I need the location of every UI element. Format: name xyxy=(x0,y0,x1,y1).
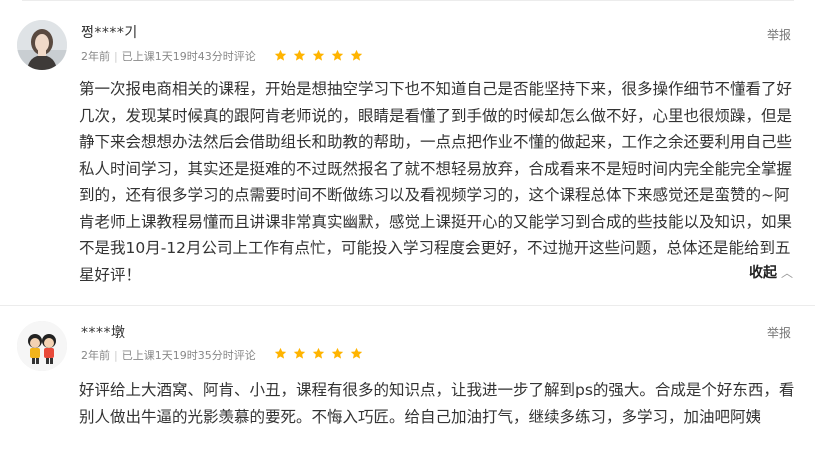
collapse-label: 收起 xyxy=(748,265,777,281)
username: 쩡****기 xyxy=(81,25,138,41)
star-icon xyxy=(350,49,363,62)
study-progress: 已上课1天19时35分时评论 xyxy=(121,349,256,362)
review-item: ****墩 2年前 | 已上课1天19时35分时评论 举报 好评给上大酒窝、阿肯、小… xyxy=(0,306,815,472)
star-icon xyxy=(274,347,287,360)
study-progress: 已上课1天19时43分时评论 xyxy=(121,50,256,63)
star-icon xyxy=(350,347,363,360)
star-icon xyxy=(274,49,287,62)
review-meta: 2年前 | 已上课1天19时43分时评论 xyxy=(81,48,256,64)
star-rating xyxy=(274,49,363,62)
report-button[interactable]: 举报 xyxy=(767,26,791,43)
star-icon xyxy=(293,49,306,62)
star-rating xyxy=(274,347,363,360)
review-item: 쩡****기 2年前 | 已上课1天19时43分时评论 举报 第一次报电商相关的课程… xyxy=(0,0,815,306)
review-content: 好评给上大酒窝、阿肯、小丑，课程有很多的知识点，让我进一步了解到ps的强大。合成… xyxy=(79,381,795,426)
time-ago: 2年前 xyxy=(81,349,110,362)
star-icon xyxy=(331,347,344,360)
review-meta: 2年前 | 已上课1天19时35分时评论 xyxy=(81,347,256,363)
review-content: 第一次报电商相关的课程，开始是想抽空学习下也不知道自己是否能坚持下来，很多操作细… xyxy=(79,80,793,284)
time-ago: 2年前 xyxy=(81,50,110,63)
chevron-up-icon: ︿ xyxy=(780,265,793,280)
star-icon xyxy=(331,49,344,62)
woman-portrait-avatar-icon xyxy=(17,20,67,70)
meta-separator: | xyxy=(114,349,118,362)
meta-separator: | xyxy=(114,50,118,63)
cartoon-avatar-icon xyxy=(17,321,67,371)
user-avatar[interactable] xyxy=(17,20,67,70)
username: ****墩 xyxy=(81,325,126,341)
user-avatar[interactable] xyxy=(17,321,67,371)
star-icon xyxy=(312,347,325,360)
star-icon xyxy=(312,49,325,62)
report-button[interactable]: 举报 xyxy=(767,324,791,341)
collapse-button[interactable]: 收起 ︿ xyxy=(749,262,793,282)
star-icon xyxy=(293,347,306,360)
